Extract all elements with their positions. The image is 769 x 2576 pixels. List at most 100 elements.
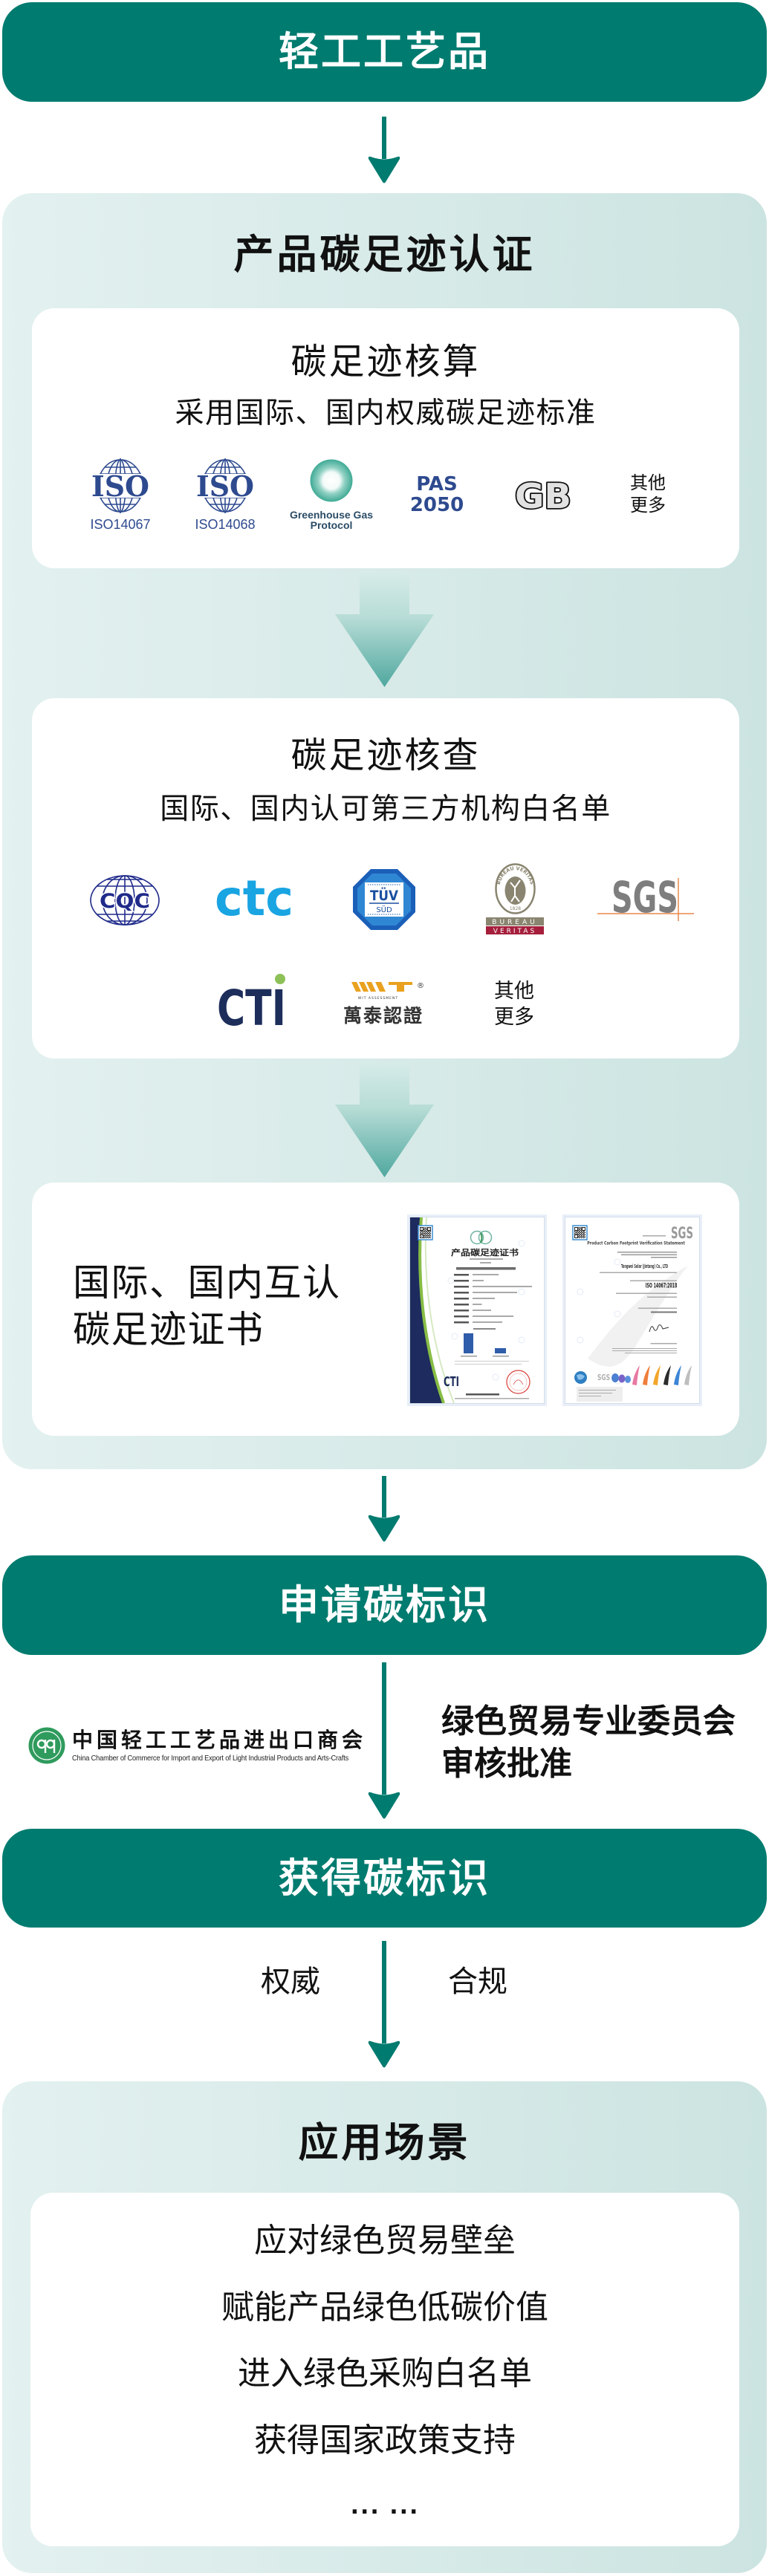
carbon-label-process-infographic: 轻工工艺品 产品碳足迹认证 碳足迹核算 采用国际、国内权威碳足迹标准 ISO I… bbox=[0, 0, 769, 2576]
tuv-mark: TÜV bbox=[370, 886, 398, 904]
cti-mark: CTI bbox=[217, 980, 286, 1028]
sud-mark: SÜD bbox=[376, 905, 392, 914]
statement-brand: SGS bbox=[671, 1224, 693, 1242]
certificate-line-2: 碳足迹证书 bbox=[73, 1308, 265, 1351]
flow-arrow-down-icon bbox=[367, 1662, 401, 1820]
review-line-2: 审核批准 bbox=[441, 1745, 572, 1783]
bureau-veritas-seal-logo-icon: BUREAU VERITAS 1828 BUREAU VERITAS bbox=[486, 863, 544, 934]
certificate-description: 国际、国内互认 碳足迹证书 bbox=[73, 1260, 341, 1353]
iso14068-caption: ISO14068 bbox=[195, 517, 256, 532]
step-product-label: 轻工工艺品 bbox=[279, 28, 490, 75]
wit-tagline: WIT ASSESSMENT bbox=[358, 996, 398, 1001]
scenario-item: 获得国家政策支持 bbox=[254, 2421, 516, 2459]
certificate-title: 产品碳足迹证书 bbox=[451, 1247, 519, 1258]
chamber-name-cn: 中国轻工工艺品进出口商会 bbox=[72, 1728, 367, 1752]
pas-line-2: 2050 bbox=[409, 494, 464, 516]
statement-standard: ISO 14067:2018 bbox=[646, 1283, 678, 1290]
tuv-octagon-logo-icon: TÜV SÜD bbox=[353, 869, 415, 930]
certification-panel: 产品碳足迹认证 碳足迹核算 采用国际、国内权威碳足迹标准 ISO ISO1406… bbox=[2, 193, 767, 1469]
scenarios-card: 应对绿色贸易壁垒 赋能产品绿色低碳价值 进入绿色采购白名单 获得国家政策支持 .… bbox=[30, 2193, 739, 2546]
ghg-protocol-ring-logo-icon bbox=[310, 459, 353, 502]
sgs-mark: SGS bbox=[611, 878, 678, 923]
ctc-logo-icon: ctc bbox=[215, 878, 293, 917]
bv-bar-line-2: VERITAS bbox=[493, 928, 536, 934]
certificate-issuer: CTI bbox=[444, 1374, 459, 1390]
qr-code-icon bbox=[572, 1225, 588, 1240]
flow-arrow-down-icon bbox=[367, 117, 401, 184]
step-apply: 申请碳标识 bbox=[2, 1555, 767, 1655]
statement-footer-brand: SGS bbox=[597, 1373, 610, 1382]
bv-year: 1828 bbox=[510, 906, 521, 911]
statement-title: Product Carbon Footprint Verification St… bbox=[587, 1241, 685, 1246]
step-obtain: 获得碳标识 bbox=[2, 1829, 767, 1928]
ctc-mark: ctc bbox=[215, 878, 293, 917]
iso-mark: ISO bbox=[196, 469, 254, 503]
more-line-2: 更多 bbox=[494, 1006, 534, 1029]
footer-block bbox=[577, 1387, 623, 1402]
scenario-item: 赋能产品绿色低碳价值 bbox=[221, 2289, 548, 2326]
wit-logo-icon: ® WIT ASSESSMENT bbox=[351, 982, 424, 1001]
sgs-statement-thumbnail: SGS Product Carbon Footprint Verificatio… bbox=[565, 1217, 700, 1404]
accounting-card: 碳足迹核算 采用国际、国内权威碳足迹标准 ISO ISO14067 ISO IS… bbox=[32, 308, 739, 568]
more-line-2: 更多 bbox=[630, 495, 666, 515]
arrow-shaft bbox=[382, 1941, 386, 2043]
attribute-authoritative: 权威 bbox=[261, 1965, 320, 1999]
iso-globe-logo-icon: ISO bbox=[196, 458, 254, 513]
ghg-protocol-caption: Greenhouse Gas Protocol bbox=[287, 510, 376, 530]
certificate-card: 国际、国内互认 碳足迹证书 产品碳足迹证书 CTI SGS Product Ca… bbox=[32, 1183, 739, 1436]
arrow-head-icon bbox=[368, 156, 400, 183]
iso14067-caption: ISO14067 bbox=[90, 517, 151, 532]
more-line-1: 其他 bbox=[494, 980, 534, 1003]
scenarios-panel: 应用场景 应对绿色贸易壁垒 赋能产品绿色低碳价值 进入绿色采购白名单 获得国家政… bbox=[2, 2081, 767, 2573]
statement-company: Tongwei Solar (Jintang) Co., LTD bbox=[621, 1263, 668, 1269]
pas-2050-logo: PAS 2050 bbox=[392, 474, 481, 515]
more-line-1: 其他 bbox=[630, 472, 666, 493]
certification-title: 产品碳足迹认证 bbox=[233, 231, 536, 278]
scenario-more-ellipsis: ... ... bbox=[350, 2494, 420, 2520]
scenario-item: 进入绿色采购白名单 bbox=[238, 2355, 532, 2393]
flow-arrow-down-icon bbox=[367, 1941, 401, 2069]
qr-code-icon bbox=[418, 1225, 433, 1240]
more-bodies-label: 其他 更多 bbox=[470, 978, 559, 1030]
sgs-logo-icon: SGS bbox=[597, 878, 694, 923]
step-obtain-label: 获得碳标识 bbox=[279, 1854, 490, 1902]
gb-mark: GB bbox=[515, 480, 571, 511]
verification-title: 碳足迹核查 bbox=[291, 735, 481, 776]
gb-national-standard-logo-icon: GB bbox=[513, 480, 573, 511]
certificate-document: 产品碳足迹证书 CTI bbox=[410, 1217, 544, 1403]
arrow-head-icon bbox=[368, 1792, 400, 1819]
pas-line-1: PAS bbox=[416, 473, 458, 495]
certificate-line-1: 国际、国内互认 bbox=[73, 1261, 341, 1304]
step-product: 轻工工艺品 bbox=[2, 2, 767, 102]
cti-logo-icon: CTI bbox=[217, 974, 286, 1028]
wit-registered-mark: ® bbox=[417, 982, 424, 990]
cqc-mark: CQC bbox=[100, 890, 150, 913]
step-apply-label: 申请碳标识 bbox=[279, 1581, 490, 1628]
more-standards-label: 其他 更多 bbox=[603, 472, 692, 516]
scenarios-title: 应用场景 bbox=[298, 2119, 471, 2166]
accounting-title: 碳足迹核算 bbox=[291, 341, 481, 383]
block-arrow-down-icon bbox=[335, 1062, 434, 1177]
chamber-of-commerce-logo-icon bbox=[28, 1727, 65, 1764]
arrow-shaft bbox=[382, 1662, 386, 1795]
verification-subtitle: 国际、国内认可第三方机构白名单 bbox=[160, 793, 611, 826]
block-arrow-down-icon bbox=[335, 572, 434, 687]
verification-card: 碳足迹核查 国际、国内认可第三方机构白名单 CQC ctc TÜV SÜD BU… bbox=[32, 698, 739, 1058]
flow-arrow-down-icon bbox=[367, 1476, 401, 1543]
review-line-1: 绿色贸易专业委员会 bbox=[441, 1702, 736, 1740]
iso-globe-logo-icon: ISO bbox=[91, 458, 149, 513]
attribute-compliant: 合规 bbox=[448, 1965, 507, 1999]
ghg-caption-line-1: Greenhouse Gas bbox=[289, 509, 374, 521]
certificate-document: SGS Product Carbon Footprint Verificatio… bbox=[565, 1217, 699, 1403]
cti-certificate-thumbnail: 产品碳足迹证书 CTI bbox=[409, 1217, 545, 1404]
accounting-subtitle: 采用国际、国内权威碳足迹标准 bbox=[175, 397, 597, 430]
iso-mark: ISO bbox=[91, 469, 149, 503]
scenario-item: 应对绿色贸易壁垒 bbox=[254, 2222, 516, 2260]
arrow-head-icon bbox=[368, 2040, 400, 2068]
bv-bar-line-1: BUREAU bbox=[492, 919, 537, 926]
review-committee: 绿色贸易专业委员会 审核批准 bbox=[441, 1700, 736, 1785]
ghg-caption-line-2: Protocol bbox=[310, 519, 353, 531]
cqc-globe-logo-icon: CQC bbox=[90, 875, 160, 926]
chamber-name-en: China Chamber of Commerce for Import and… bbox=[72, 1754, 349, 1763]
wit-name: 萬泰認證 bbox=[343, 1005, 424, 1027]
